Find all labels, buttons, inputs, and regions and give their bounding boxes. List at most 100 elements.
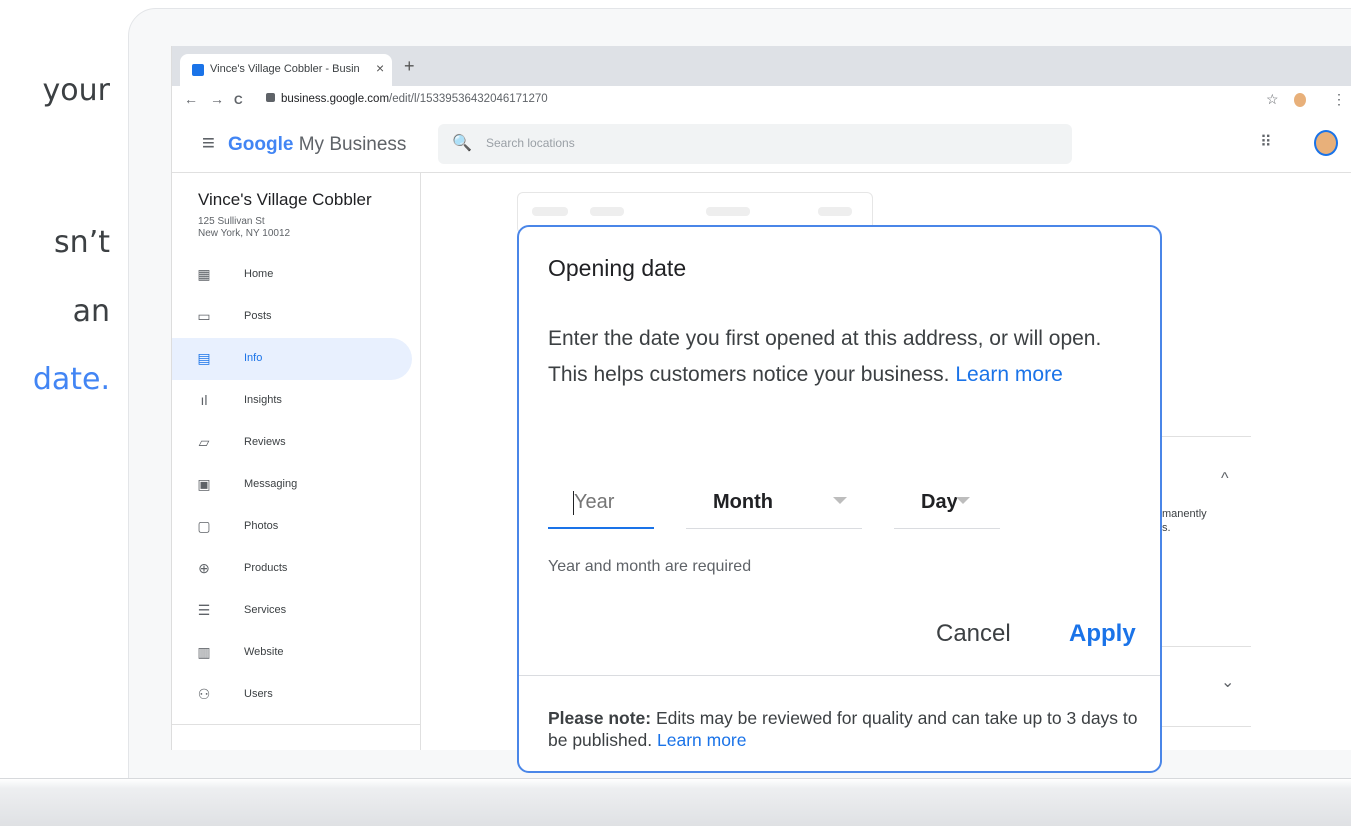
- new-tab-button[interactable]: +: [404, 56, 415, 77]
- photo-icon: ▢: [197, 518, 211, 534]
- app-name: My Business: [293, 134, 407, 155]
- sidebar-item-posts[interactable]: ▭ Posts: [172, 296, 412, 338]
- store-icon: ▤: [197, 350, 211, 366]
- year-underline: [548, 527, 654, 529]
- section-divider: [1161, 646, 1251, 647]
- reload-icon[interactable]: C: [234, 93, 243, 107]
- day-select[interactable]: Day: [894, 479, 1000, 529]
- hamburger-menu-icon[interactable]: ≡: [202, 130, 215, 156]
- add-user-icon: ⚇: [197, 686, 211, 702]
- sidebar-item-website[interactable]: ▥ Website: [172, 632, 412, 674]
- browser-tab[interactable]: Vince's Village Cobbler - Busin ×: [180, 54, 392, 86]
- sidebar-item-photos[interactable]: ▢ Photos: [172, 506, 412, 548]
- review-note: Please note: Edits may be reviewed for q…: [548, 707, 1138, 751]
- dropdown-arrow-icon: [833, 497, 847, 504]
- home-icon: ▦: [197, 266, 211, 282]
- marketing-text: your sn’t an date.: [0, 0, 130, 825]
- url-field[interactable]: business.google.com/edit/l/1533953643204…: [266, 93, 548, 105]
- placeholder-bar: [590, 207, 624, 216]
- avatar[interactable]: [1314, 130, 1338, 156]
- message-icon: ▣: [197, 476, 211, 492]
- laptop-base: [0, 778, 1351, 826]
- bookmark-star-icon[interactable]: ☆: [1266, 91, 1279, 108]
- website-icon: ▥: [197, 644, 211, 660]
- sidebar-item-label: Home: [244, 268, 274, 280]
- sidebar-item-label: Products: [244, 562, 288, 574]
- back-icon[interactable]: ←: [184, 91, 198, 107]
- opening-date-dialog: Opening date Enter the date you first op…: [517, 225, 1162, 773]
- sidebar-item-info[interactable]: ▤ Info: [172, 338, 412, 380]
- placeholder-bar: [706, 207, 750, 216]
- address-bar: ← → C business.google.com/edit/l/1533953…: [172, 86, 1351, 117]
- sidebar-item-label: Insights: [244, 394, 282, 406]
- section-divider: [1161, 726, 1251, 727]
- sidebar-item-services[interactable]: ☰ Services: [172, 590, 412, 632]
- app-logo[interactable]: Google My Business: [228, 134, 406, 156]
- sidebar-item-label: Photos: [244, 520, 279, 532]
- required-hint: Year and month are required: [548, 558, 752, 575]
- note-learn-more-link[interactable]: Learn more: [657, 730, 747, 750]
- sidebar-item-messaging[interactable]: ▣ Messaging: [172, 464, 412, 506]
- partial-text: manently: [1162, 508, 1207, 520]
- forward-icon[interactable]: →: [210, 91, 224, 107]
- bar-chart-icon: ıl: [200, 392, 208, 408]
- basket-icon: ⊕: [198, 560, 210, 576]
- apply-button[interactable]: Apply: [1069, 620, 1136, 648]
- sidebar-divider: [172, 724, 420, 725]
- business-name: Vince's Village Cobbler: [198, 190, 372, 209]
- sidebar-item-label: Services: [244, 604, 287, 616]
- cancel-button[interactable]: Cancel: [936, 620, 1011, 648]
- month-select[interactable]: Month: [686, 479, 862, 529]
- address-line-2: New York, NY 10012: [198, 228, 291, 239]
- placeholder-bar: [532, 207, 568, 216]
- placeholder-bar: [818, 207, 852, 216]
- profile-icon[interactable]: [1294, 93, 1306, 107]
- dialog-description: Enter the date you first opened at this …: [548, 321, 1138, 393]
- sidebar-item-insights[interactable]: ıl Insights: [172, 380, 412, 422]
- search-icon: 🔍: [452, 135, 472, 152]
- tab-title: Vince's Village Cobbler - Busin: [210, 63, 360, 75]
- sidebar-item-home[interactable]: ▦ Home: [172, 254, 412, 296]
- app-header: ≡ Google My Business 🔍 Search locations …: [172, 116, 1351, 173]
- learn-more-link[interactable]: Learn more: [955, 363, 1062, 386]
- posts-icon: ▭: [197, 308, 211, 324]
- search-box[interactable]: 🔍 Search locations: [438, 124, 1072, 164]
- list-icon: ☰: [197, 602, 211, 618]
- sidebar-item-label: Reviews: [244, 436, 286, 448]
- sidebar-item-label: Posts: [244, 310, 272, 322]
- month-label: Month: [713, 491, 773, 513]
- year-placeholder: Year: [574, 491, 615, 513]
- sidebar: Vince's Village Cobbler 125 Sullivan St …: [172, 172, 421, 750]
- marketing-line-3: an: [72, 294, 110, 329]
- chevron-up-icon[interactable]: ^: [1221, 470, 1229, 488]
- sidebar-item-label: Website: [244, 646, 284, 658]
- chevron-down-icon[interactable]: ⌄: [1221, 672, 1234, 692]
- sidebar-item-reviews[interactable]: ▱ Reviews: [172, 422, 412, 464]
- close-tab-icon[interactable]: ×: [376, 60, 384, 76]
- apps-grid-icon[interactable]: ⠿: [1260, 132, 1272, 152]
- note-label: Please note:: [548, 708, 652, 728]
- year-input[interactable]: Year: [548, 479, 654, 529]
- day-label: Day: [921, 491, 958, 513]
- laptop-lip: [0, 779, 1351, 789]
- marketing-line-4: date.: [32, 362, 110, 397]
- review-icon: ▱: [198, 434, 210, 450]
- browser-menu-icon[interactable]: ⋮: [1332, 91, 1346, 108]
- section-divider: [1161, 436, 1251, 437]
- sidebar-item-users[interactable]: ⚇ Users: [172, 674, 412, 716]
- address-line-1: 125 Sullivan St: [198, 216, 265, 227]
- dialog-divider: [519, 675, 1160, 676]
- business-address: 125 Sullivan St New York, NY 10012: [198, 216, 290, 240]
- partial-text: s.: [1162, 522, 1171, 534]
- dropdown-arrow-icon: [956, 497, 970, 504]
- marketing-line-1: your: [42, 73, 110, 108]
- sidebar-item-label: Users: [244, 688, 273, 700]
- dialog-title: Opening date: [548, 255, 687, 281]
- lock-icon: [266, 93, 275, 102]
- tab-strip: Vince's Village Cobbler - Busin × +: [172, 46, 1351, 86]
- day-underline: [894, 528, 1000, 529]
- search-input[interactable]: Search locations: [486, 136, 575, 150]
- sidebar-item-products[interactable]: ⊕ Products: [172, 548, 412, 590]
- url-domain: business.google.com: [281, 93, 390, 105]
- sidebar-item-label: Messaging: [244, 478, 298, 490]
